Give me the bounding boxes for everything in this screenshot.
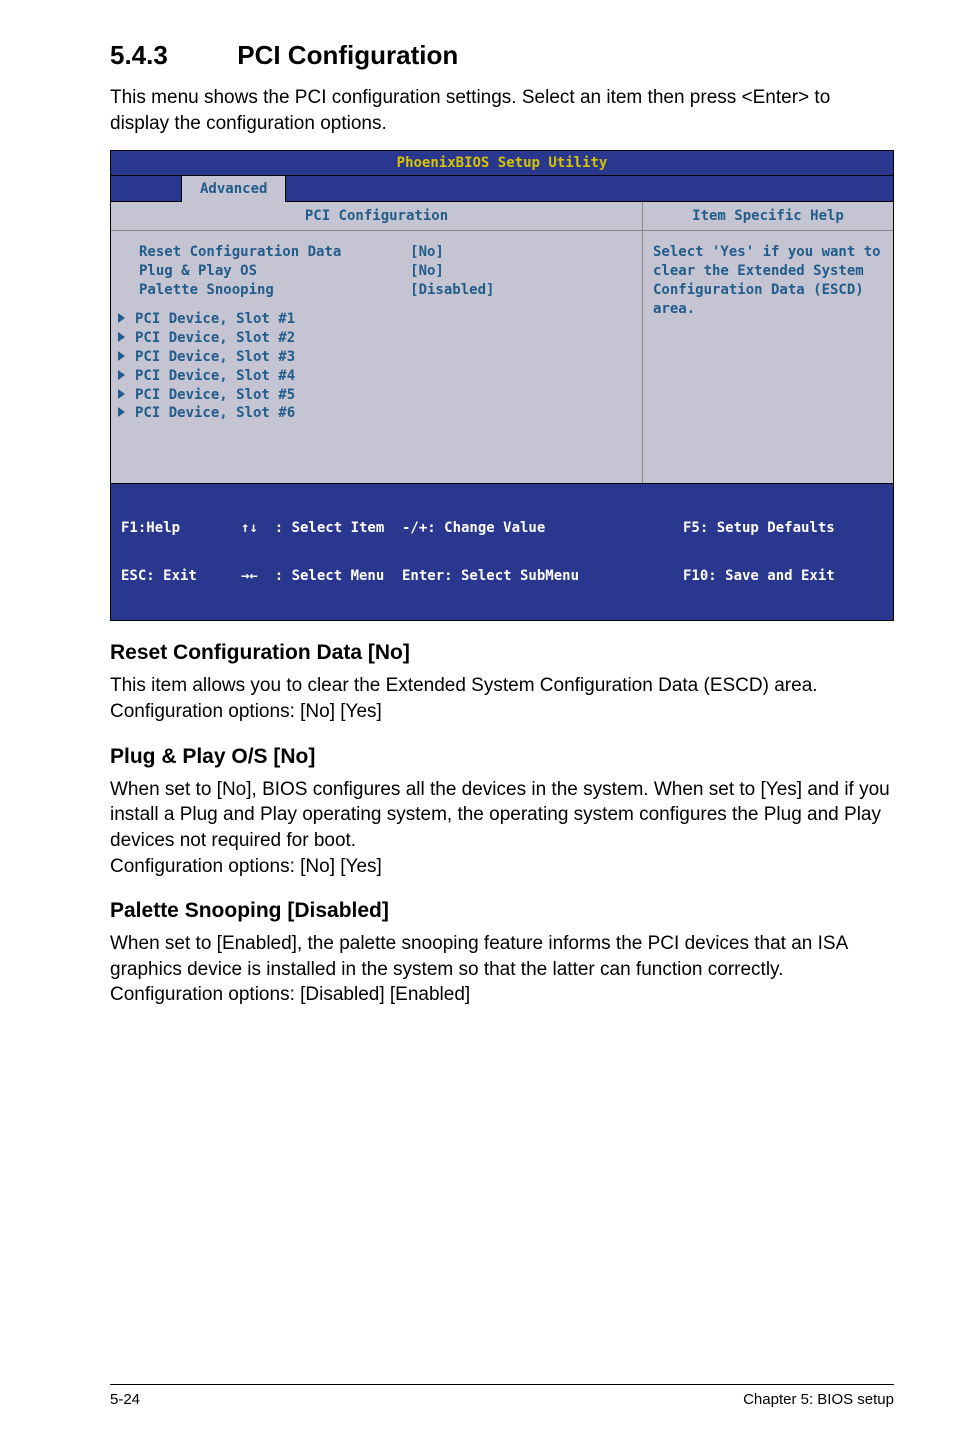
bios-slot-label: PCI Device, Slot #6: [135, 404, 295, 423]
bios-slot-label: PCI Device, Slot #3: [135, 348, 295, 367]
bios-slot-label: PCI Device, Slot #4: [135, 367, 295, 386]
bios-config-label: Plug & Play OS: [139, 262, 410, 281]
bios-key-exit: ESC: Exit: [121, 568, 241, 584]
bios-config-row[interactable]: Reset Configuration Data [No]: [139, 243, 632, 262]
bios-help-text: Select 'Yes' if you want to clear the Ex…: [643, 231, 893, 331]
triangle-right-icon: [118, 370, 125, 380]
bios-config-row[interactable]: Plug & Play OS [No]: [139, 262, 632, 281]
bios-window: PhoenixBIOS Setup Utility Advanced PCI C…: [110, 150, 894, 621]
section-title-text: PCI Configuration: [237, 40, 458, 70]
bios-left-pane: PCI Configuration Reset Configuration Da…: [111, 202, 643, 483]
bios-key-enter: Enter: Select SubMenu: [402, 568, 683, 584]
bios-title: PhoenixBIOS Setup Utility: [111, 151, 893, 176]
bios-key-sym: →←: [241, 568, 258, 584]
bios-config-label: Palette Snooping: [139, 281, 410, 300]
bios-slot-row[interactable]: PCI Device, Slot #5: [121, 386, 632, 405]
subsection-heading: Reset Configuration Data [No]: [110, 641, 894, 665]
triangle-right-icon: [118, 313, 125, 323]
bios-footer: F1:Help↑↓ : Select Item ESC: Exit→← : Se…: [111, 484, 893, 620]
bios-right-header: Item Specific Help: [643, 202, 893, 231]
subsection-text: When set to [No], BIOS configures all th…: [110, 777, 894, 880]
subsection-text: This item allows you to clear the Extend…: [110, 673, 894, 724]
triangle-right-icon: [118, 407, 125, 417]
bios-slot-row[interactable]: PCI Device, Slot #3: [121, 348, 632, 367]
page-footer: 5-24 Chapter 5: BIOS setup: [110, 1384, 894, 1408]
bios-slot-label: PCI Device, Slot #5: [135, 386, 295, 405]
bios-key-defaults: F5: Setup Defaults: [683, 520, 883, 536]
triangle-right-icon: [118, 332, 125, 342]
bios-key-help: F1:Help: [121, 520, 241, 536]
triangle-right-icon: [118, 389, 125, 399]
bios-config-row[interactable]: Palette Snooping [Disabled]: [139, 281, 632, 300]
bios-slot-row[interactable]: PCI Device, Slot #6: [121, 404, 632, 423]
bios-slot-row[interactable]: PCI Device, Slot #1: [121, 310, 632, 329]
bios-help-pane: Item Specific Help Select 'Yes' if you w…: [643, 202, 893, 483]
bios-key-select-menu: : Select Menu: [275, 568, 385, 584]
bios-key-select-item: : Select Item: [275, 520, 385, 536]
bios-key-save: F10: Save and Exit: [683, 568, 883, 584]
bios-slot-row[interactable]: PCI Device, Slot #4: [121, 367, 632, 386]
bios-config-value: [No]: [410, 243, 632, 262]
bios-tabbar: Advanced: [111, 176, 893, 202]
bios-slot-label: PCI Device, Slot #2: [135, 329, 295, 348]
intro-paragraph: This menu shows the PCI configuration se…: [110, 85, 894, 136]
chapter-label: Chapter 5: BIOS setup: [743, 1391, 894, 1408]
page-number: 5-24: [110, 1391, 140, 1408]
bios-tab-advanced[interactable]: Advanced: [181, 176, 286, 202]
bios-config-value: [Disabled]: [410, 281, 632, 300]
subsection-text: When set to [Enabled], the palette snoop…: [110, 931, 894, 1008]
section-heading: 5.4.3 PCI Configuration: [110, 40, 894, 71]
section-number: 5.4.3: [110, 40, 230, 71]
bios-slot-label: PCI Device, Slot #1: [135, 310, 295, 329]
subsection-heading: Palette Snooping [Disabled]: [110, 899, 894, 923]
bios-key-change: -/+: Change Value: [402, 520, 683, 536]
triangle-right-icon: [118, 351, 125, 361]
bios-config-label: Reset Configuration Data: [139, 243, 410, 262]
bios-slot-row[interactable]: PCI Device, Slot #2: [121, 329, 632, 348]
subsection-heading: Plug & Play O/S [No]: [110, 745, 894, 769]
bios-key-sym: ↑↓: [241, 520, 258, 536]
bios-config-value: [No]: [410, 262, 632, 281]
bios-left-header: PCI Configuration: [111, 202, 642, 231]
